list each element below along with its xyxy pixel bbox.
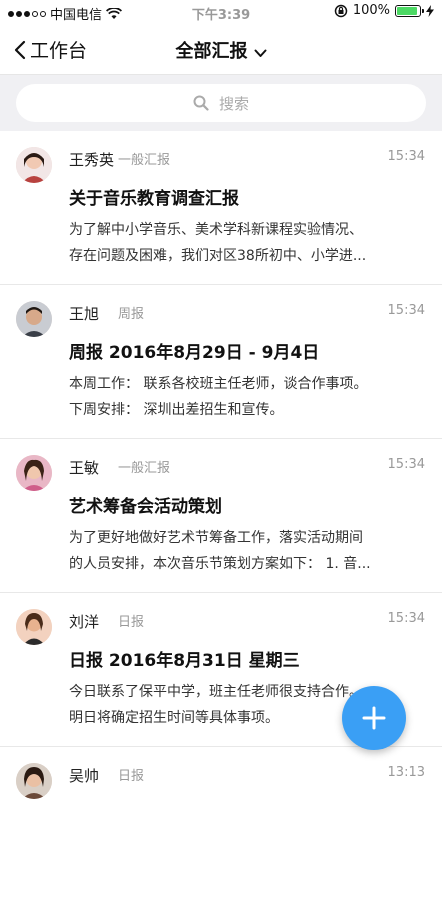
report-list: 王秀英 一般汇报 15:34 关于音乐教育调查汇报 为了解中小学音乐、美术学科新…	[0, 131, 442, 900]
summary-line: 为了解中小学音乐、美术学科新课程实验情况、	[69, 222, 363, 238]
report-author: 吴帅	[69, 767, 100, 785]
orientation-lock-icon	[334, 4, 348, 17]
summary-line: 为了更好地做好艺术节筹备工作，落实活动期间	[69, 530, 363, 546]
plus-icon	[362, 706, 386, 730]
report-filter-dropdown[interactable]: 全部汇报	[0, 37, 442, 63]
report-author: 刘洋	[69, 613, 100, 631]
report-summary: 本周工作： 联系各校班主任老师，谈合作事项。 下周安排： 深圳出差招生和宣传。	[69, 371, 421, 423]
report-summary: 为了更好地做好艺术节筹备工作，落实活动期间 的人员安排，本次音乐节策划方案如下：…	[69, 525, 421, 577]
report-time: 15:34	[387, 303, 425, 318]
search-bar: 搜索	[0, 75, 442, 131]
avatar	[16, 147, 52, 183]
report-author: 王敏	[69, 459, 100, 477]
report-item[interactable]: 王旭 周报 15:34 周报 2016年8月29日 - 9月4日 本周工作： 联…	[0, 285, 442, 439]
avatar	[16, 301, 52, 337]
report-title: 关于音乐教育调查汇报	[69, 189, 239, 209]
report-item[interactable]: 王敏 一般汇报 15:34 艺术筹备会活动策划 为了更好地做好艺术节筹备工作，落…	[0, 439, 442, 593]
status-right: 100%	[334, 3, 434, 18]
avatar	[16, 763, 52, 799]
avatar	[16, 455, 52, 491]
search-icon	[193, 95, 209, 111]
battery-percent: 100%	[352, 3, 390, 18]
report-title: 周报 2016年8月29日 - 9月4日	[69, 343, 320, 363]
report-author: 王旭	[69, 305, 100, 323]
report-time: 13:13	[387, 765, 425, 780]
summary-line: 存在问题及困难，我们对区38所初中、小学进...	[69, 248, 367, 264]
report-type: 一般汇报	[118, 153, 171, 168]
report-type: 周报	[118, 307, 145, 322]
report-time: 15:34	[387, 611, 425, 626]
report-title: 日报 2016年8月31日 星期三	[69, 651, 300, 671]
search-input[interactable]: 搜索	[16, 84, 426, 122]
nav-bar: 工作台 全部汇报	[0, 24, 442, 75]
add-report-button[interactable]	[342, 686, 406, 750]
report-title: 艺术筹备会活动策划	[69, 497, 222, 517]
report-type: 日报	[118, 615, 145, 630]
report-item[interactable]: 吴帅 日报 13:13	[0, 747, 442, 900]
report-time: 15:34	[387, 457, 425, 472]
report-author: 王秀英	[69, 151, 115, 169]
battery-icon	[395, 4, 424, 17]
avatar	[16, 609, 52, 645]
report-summary: 为了解中小学音乐、美术学科新课程实验情况、 存在问题及困难，我们对区38所初中、…	[69, 217, 421, 269]
status-bar: 中国电信 下午3:39 100%	[0, 0, 442, 24]
charging-icon	[426, 4, 434, 17]
chevron-down-icon	[254, 42, 267, 63]
summary-line: 本周工作： 联系各校班主任老师，谈合作事项。	[69, 376, 368, 392]
report-type: 日报	[118, 769, 145, 784]
search-placeholder: 搜索	[218, 94, 249, 113]
page-title: 全部汇报	[175, 41, 248, 62]
report-type: 一般汇报	[118, 461, 171, 476]
summary-line: 的人员安排，本次音乐节策划方案如下： 1. 音...	[69, 556, 371, 572]
summary-line: 下周安排： 深圳出差招生和宣传。	[69, 402, 284, 418]
report-time: 15:34	[387, 149, 425, 164]
report-item[interactable]: 王秀英 一般汇报 15:34 关于音乐教育调查汇报 为了解中小学音乐、美术学科新…	[0, 131, 442, 285]
